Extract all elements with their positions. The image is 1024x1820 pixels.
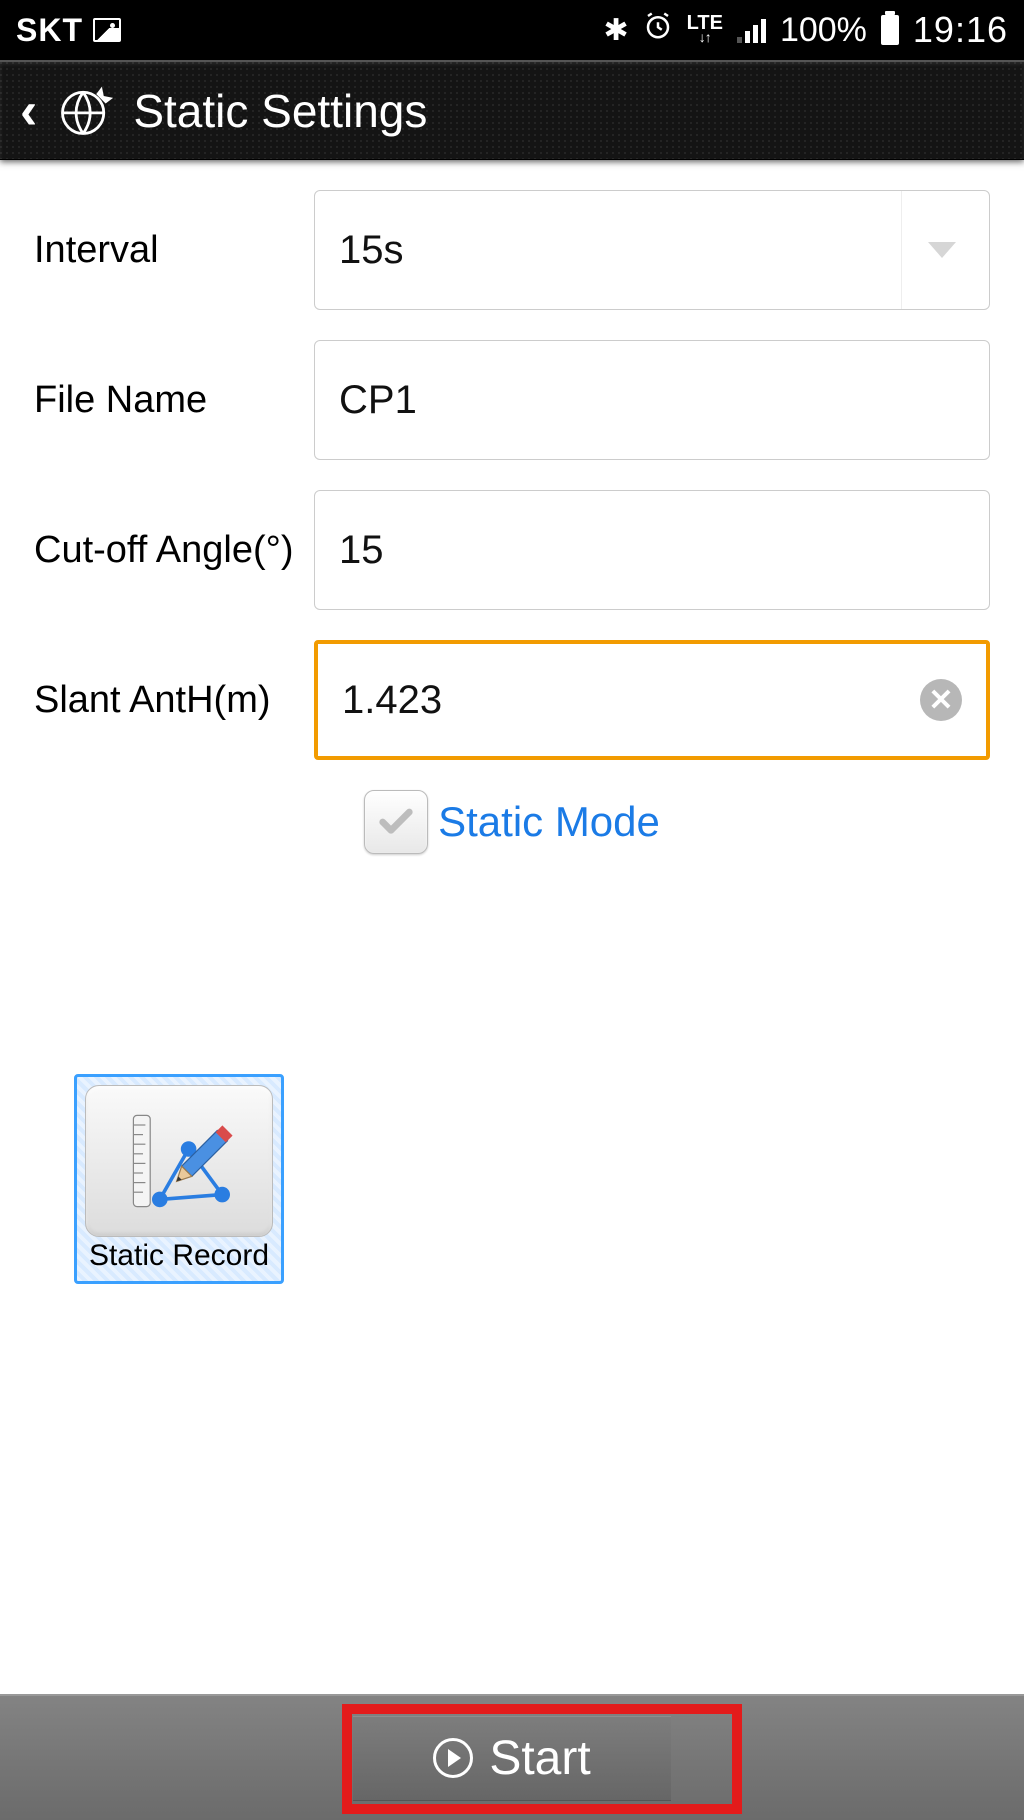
- static-mode-label: Static Mode: [438, 798, 660, 846]
- back-icon[interactable]: ‹: [20, 81, 37, 141]
- settings-form: Interval 15s File Name CP1 Cut-off Angle…: [0, 160, 1024, 1294]
- filename-input[interactable]: CP1: [314, 340, 990, 460]
- filename-value: CP1: [339, 378, 417, 423]
- signal-icon: [737, 17, 766, 43]
- row-cutoff: Cut-off Angle(°) 15: [34, 490, 990, 610]
- title-bar: ‹ Static Settings: [0, 60, 1024, 160]
- cutoff-label: Cut-off Angle(°): [34, 529, 314, 572]
- start-highlight-box: [342, 1704, 742, 1814]
- cutoff-input[interactable]: 15: [314, 490, 990, 610]
- chevron-down-icon: [928, 242, 956, 258]
- row-interval: Interval 15s: [34, 190, 990, 310]
- interval-dropdown[interactable]: 15s: [314, 190, 990, 310]
- clear-icon[interactable]: ✕: [920, 679, 962, 721]
- alarm-icon: [643, 11, 673, 49]
- interval-label: Interval: [34, 229, 314, 272]
- clock-label: 19:16: [913, 9, 1008, 51]
- battery-pct-label: 100%: [780, 11, 867, 50]
- static-record-label: Static Record: [89, 1239, 269, 1273]
- network-type-label: LTE↓↑: [687, 16, 723, 44]
- static-record-icon: [85, 1085, 273, 1237]
- battery-icon: [881, 15, 899, 45]
- row-slant: Slant AntH(m) 1.423 ✕: [34, 640, 990, 760]
- slant-input[interactable]: 1.423 ✕: [314, 640, 990, 760]
- picture-icon: [93, 18, 121, 42]
- page-title: Static Settings: [133, 84, 427, 138]
- app-globe-icon: [55, 81, 115, 141]
- row-filename: File Name CP1: [34, 340, 990, 460]
- bluetooth-icon: ✱: [604, 13, 629, 48]
- check-icon: [376, 802, 416, 842]
- dropdown-toggle[interactable]: [901, 191, 981, 309]
- interval-value: 15s: [339, 228, 404, 273]
- bottom-bar: Start: [0, 1694, 1024, 1820]
- static-record-button[interactable]: Static Record: [74, 1074, 284, 1284]
- status-bar: SKT ✱ LTE↓↑ 100% 19:16: [0, 0, 1024, 60]
- cutoff-value: 15: [339, 528, 384, 573]
- row-static-mode: Static Mode: [34, 790, 990, 854]
- slant-value: 1.423: [342, 678, 442, 723]
- slant-label: Slant AntH(m): [34, 679, 314, 722]
- carrier-label: SKT: [16, 12, 83, 49]
- filename-label: File Name: [34, 379, 314, 422]
- static-mode-checkbox[interactable]: [364, 790, 428, 854]
